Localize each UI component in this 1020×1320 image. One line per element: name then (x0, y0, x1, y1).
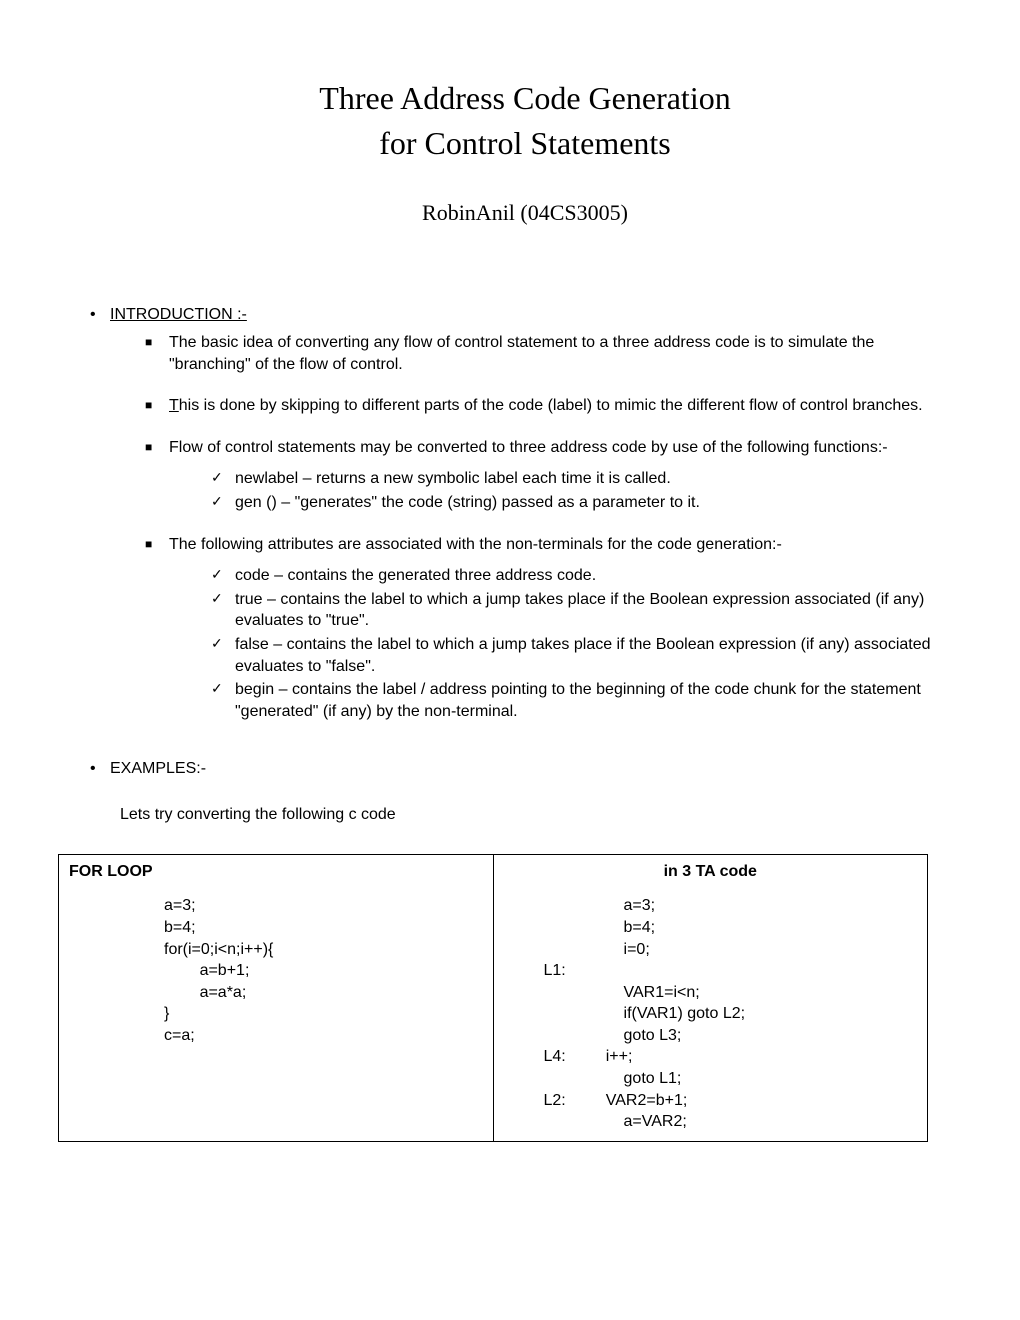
introduction-list: The basic idea of converting any flow of… (90, 332, 960, 722)
code-comparison-table: FOR LOOP a=3; b=4; for(i=0;i<n;i++){ a=b… (58, 854, 928, 1142)
page-subtitle: for Control Statements (90, 125, 960, 162)
examples-title: EXAMPLES:- (110, 760, 206, 778)
intro-item: The basic idea of converting any flow of… (145, 332, 960, 375)
page-title: Three Address Code Generation (90, 80, 960, 117)
author-line: RobinAnil (04CS3005) (90, 200, 960, 226)
attribute-item: true – contains the label to which a jum… (211, 589, 960, 632)
attribute-item: code – contains the generated three addr… (211, 565, 960, 587)
function-item: newlabel – returns a new symbolic label … (211, 468, 960, 490)
functions-list: newlabel – returns a new symbolic label … (169, 468, 960, 513)
attribute-item: false – contains the label to which a ju… (211, 634, 960, 677)
introduction-header: • INTRODUCTION :- (90, 306, 960, 324)
bullet-icon: • (90, 306, 110, 324)
source-code: a=3; b=4; for(i=0;i<n;i++){ a=b+1; a=a*a… (69, 895, 483, 1046)
right-header: in 3 TA code (504, 863, 918, 881)
intro-item: The following attributes are associated … (145, 534, 960, 723)
attributes-list: code – contains the generated three addr… (169, 565, 960, 722)
table-cell-left: FOR LOOP a=3; b=4; for(i=0;i<n;i++){ a=b… (59, 855, 494, 1142)
intro-item: Flow of control statements may be conver… (145, 437, 960, 514)
intro-item: This is done by skipping to different pa… (145, 395, 960, 417)
intro-item-text: Flow of control statements may be conver… (169, 439, 888, 456)
bullet-icon: • (90, 760, 110, 778)
intro-item-text: The following attributes are associated … (169, 536, 782, 553)
examples-header: • EXAMPLES:- (90, 760, 960, 778)
attribute-item: begin – contains the label / address poi… (211, 679, 960, 722)
function-item: gen () – "generates" the code (string) p… (211, 492, 960, 514)
table-cell-right: in 3 TA code a=3; b=4; i=0; L1: VAR1=i<n… (493, 855, 928, 1142)
introduction-title: INTRODUCTION :- (110, 306, 247, 324)
left-header: FOR LOOP (69, 863, 483, 881)
examples-intro: Lets try converting the following c code (90, 806, 960, 824)
tac-code: a=3; b=4; i=0; L1: VAR1=i<n; if(VAR1) go… (504, 895, 918, 1133)
